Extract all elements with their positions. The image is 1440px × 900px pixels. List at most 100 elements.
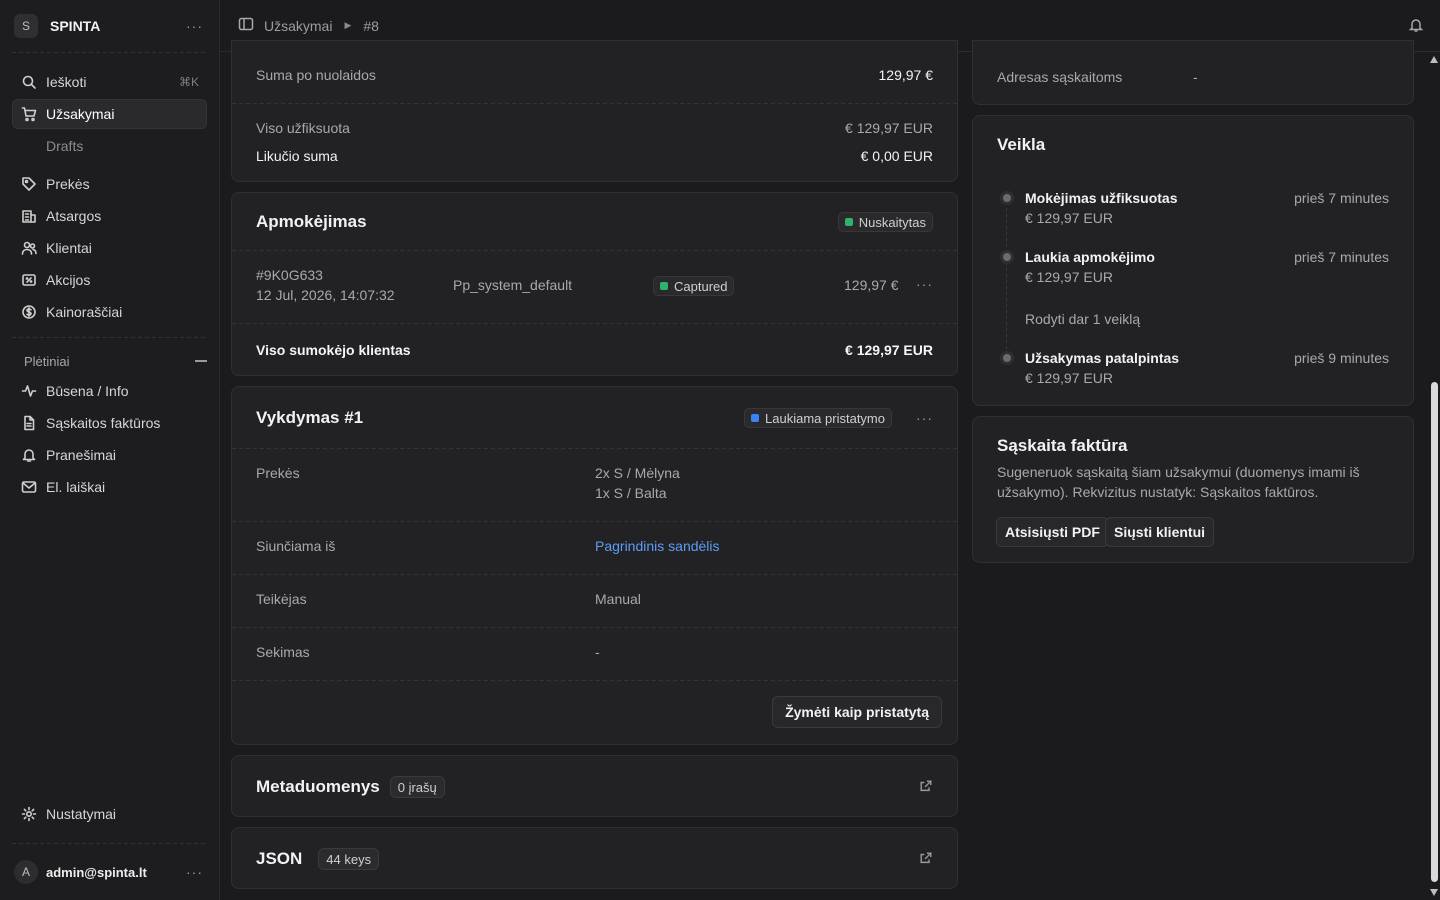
timeline-dot: [1003, 253, 1011, 261]
metadata-card: Metaduomenys 0 įrašų: [231, 755, 958, 817]
breadcrumb-chevron-icon: ▶: [344, 20, 352, 30]
tracking-row: Sekimas -: [256, 644, 933, 664]
receipt-percent-icon: [20, 271, 38, 289]
payment-row: #9K0G633 12 Jul, 2026, 14:07:32 Pp_syste…: [256, 267, 933, 307]
notifications-bell-icon[interactable]: [1408, 17, 1424, 36]
sidebar-item-label: El. laiškai: [46, 479, 106, 495]
status-badge: Nuskaitytas: [837, 212, 933, 232]
search-button[interactable]: Ieškoti ⌘K: [12, 67, 207, 97]
tracking-label: Sekimas: [256, 644, 310, 660]
activity-timeline: Mokėjimas užfiksuotas prieš 7 minutes € …: [997, 186, 1389, 386]
payment-id: #9K0G633: [256, 267, 323, 283]
invoice-description: Sugeneruok sąskaitą šiam užsakymui (duom…: [997, 464, 1360, 500]
fulfillment-actions-icon[interactable]: ···: [916, 410, 933, 426]
timeline-line: [1006, 202, 1007, 254]
items-row: Prekės 2x S / Mėlyna 1x S / Balta: [256, 465, 933, 505]
list-item: 1x S / Balta: [595, 485, 667, 501]
fulfillment-card: Vykdymas #1 Laukiama pristatymo ··· Prek…: [231, 386, 958, 745]
collapse-icon[interactable]: [195, 360, 207, 362]
sidebar-item-products[interactable]: Prekės: [12, 169, 207, 199]
user-menu[interactable]: A admin@spinta.lt ···: [0, 844, 219, 900]
user-menu-icon[interactable]: ···: [186, 864, 203, 880]
billing-address-row: Adresas sąskaitoms -: [997, 69, 1389, 89]
bell-icon: [20, 446, 38, 464]
fulfillment-status: Laukiama pristatymo: [765, 410, 885, 426]
billing-address-label: Adresas sąskaitoms: [997, 69, 1123, 85]
payment-card: Apmokėjimas Nuskaitytas #9K0G633 12 Jul,…: [231, 192, 958, 376]
timeline-dot: [1003, 354, 1011, 362]
scrollbar[interactable]: [1428, 52, 1440, 900]
sidebar-item-orders[interactable]: Užsakymai: [12, 99, 207, 129]
sidebar-item-notifications[interactable]: Pranešimai: [12, 440, 207, 470]
payment-actions-icon[interactable]: ···: [916, 276, 933, 292]
scroll-thumb[interactable]: [1431, 382, 1438, 882]
payment-provider: Pp_system_default: [453, 277, 573, 293]
divider: [232, 627, 957, 628]
sidebar-item-inventory[interactable]: Atsargos: [12, 201, 207, 231]
summary-card: Suma po nuolaidos 129,97 € Viso užfiksuo…: [231, 40, 958, 182]
sidebar-item-status[interactable]: Būsena / Info: [12, 376, 207, 406]
sidebar-item-promotions[interactable]: Akcijos: [12, 265, 207, 295]
extensions-header[interactable]: Plėtiniai: [0, 346, 219, 376]
payment-status: Nuskaitytas: [858, 214, 926, 230]
provider-row: Teikėjas Manual: [256, 591, 933, 611]
activity-event-title: Laukia apmokėjimo: [1025, 249, 1155, 265]
activity-event-time: prieš 7 minutes: [1294, 249, 1389, 265]
sidebar-item-emails[interactable]: El. laiškai: [12, 472, 207, 502]
mark-delivered-button[interactable]: Žymėti kaip pristatytą: [772, 696, 942, 728]
breadcrumb-current: #8: [363, 17, 379, 34]
sidebar-item-drafts[interactable]: Drafts: [12, 131, 207, 161]
payment-date: 12 Jul, 2026, 14:07:32: [256, 287, 395, 303]
activity-event-amount: € 129,97 EUR: [1025, 210, 1113, 226]
metadata-title: Metaduomenys: [256, 777, 380, 796]
sidebar-item-label: Prekės: [46, 176, 90, 192]
breadcrumb-orders[interactable]: Užsakymai: [264, 18, 332, 34]
tag-icon: [20, 175, 38, 193]
store-switcher[interactable]: S SPINTA ···: [0, 0, 219, 52]
ship-from-link[interactable]: Pagrindinis sandėlis: [595, 538, 720, 554]
divider: [232, 680, 957, 681]
provider-label: Teikėjas: [256, 591, 307, 607]
paid-total-value: € 129,97 EUR: [845, 342, 933, 358]
external-link-icon[interactable]: [919, 779, 933, 796]
sidebar-item-customers[interactable]: Klientai: [12, 233, 207, 263]
send-to-customer-button[interactable]: Siųsti klientui: [1105, 517, 1215, 547]
sidebar-toggle-icon[interactable]: [238, 16, 254, 35]
discount-label: Suma po nuolaidos: [256, 67, 376, 83]
items-label: Prekės: [256, 465, 300, 481]
sidebar-item-settings[interactable]: Nustatymai: [12, 799, 207, 829]
captured-value: € 129,97 EUR: [845, 120, 933, 136]
json-title: JSON: [256, 849, 303, 868]
store-name: SPINTA: [50, 18, 101, 34]
invoice-card: Sąskaita faktūra Sugeneruok sąskaitą šia…: [972, 416, 1414, 563]
sidebar-item-label: Būsena / Info: [46, 383, 129, 399]
status-dot: [660, 282, 668, 290]
activity-icon: [20, 382, 38, 400]
paid-total-label: Viso sumokėjo klientas: [256, 342, 411, 358]
sidebar-item-label: Atsargos: [46, 208, 102, 224]
avatar: A: [14, 860, 38, 884]
activity-card: Veikla Mokėjimas užfiksuotas prieš 7 min…: [972, 115, 1414, 406]
activity-event-time: prieš 9 minutes: [1294, 350, 1389, 366]
download-pdf-button[interactable]: Atsisiųsti PDF: [996, 517, 1109, 547]
external-link-icon[interactable]: [919, 851, 933, 868]
show-more-activity-link[interactable]: Rodyti dar 1 veiklą: [1025, 311, 1140, 327]
store-menu-icon[interactable]: ···: [186, 18, 203, 34]
divider: [232, 323, 957, 324]
captured-label: Viso užfiksuota: [256, 120, 350, 136]
balance-label: Likučio suma: [256, 148, 338, 164]
billing-address-value: -: [1193, 69, 1198, 85]
scroll-down-icon[interactable]: [1430, 889, 1438, 896]
scroll-up-icon[interactable]: [1430, 56, 1438, 63]
capture-status-badge: Captured: [653, 276, 735, 296]
timeline-line: [1006, 262, 1007, 356]
sidebar: S SPINTA ··· Ieškoti ⌘K Užsakymai Drafts…: [0, 0, 220, 900]
status-badge: Laukiama pristatymo: [744, 408, 892, 428]
timeline-dot: [1003, 194, 1011, 202]
metadata-count-badge: 0 įrašų: [389, 776, 445, 798]
sidebar-item-invoices[interactable]: Sąskaitos faktūros: [12, 408, 207, 438]
payment-title: Apmokėjimas: [256, 212, 367, 231]
sidebar-item-price-lists[interactable]: Kainoraščiai: [12, 297, 207, 327]
fulfillment-title: Vykdymas #1: [256, 408, 364, 427]
status-dot: [751, 414, 760, 422]
